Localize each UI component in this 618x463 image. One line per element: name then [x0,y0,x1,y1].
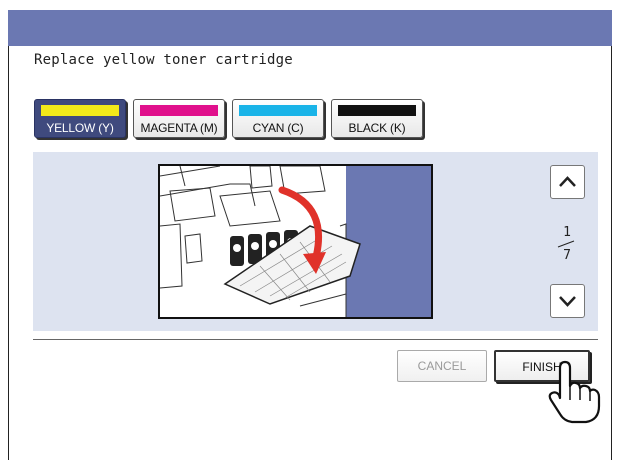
printer-front-cover-illustration [160,166,431,317]
magenta-swatch [140,105,218,116]
scroll-up-button[interactable] [550,165,585,199]
black-swatch [338,105,416,116]
chevron-down-icon [559,296,576,307]
cyan-toner-button[interactable]: CYAN (C) [232,99,324,138]
chevron-up-icon [559,176,576,187]
cyan-swatch [239,105,317,116]
magenta-toner-button[interactable]: MAGENTA (M) [133,99,225,138]
header-bar [8,10,612,46]
cancel-button[interactable]: CANCEL [397,350,487,382]
toner-replacement-illustration [158,164,433,319]
page-total: 7 [563,248,571,263]
page-current: 1 [563,225,571,240]
yellow-toner-button[interactable]: YELLOW (Y) [34,99,126,138]
divider [33,339,598,340]
scroll-down-button[interactable] [550,284,585,318]
page-divider-slash [557,240,575,248]
hand-pointer-icon [548,360,601,424]
black-toner-label: BLACK (K) [348,121,406,135]
yellow-toner-label: YELLOW (Y) [46,121,114,135]
page-title: Replace yellow toner cartridge [34,52,293,68]
cyan-toner-label: CYAN (C) [252,121,304,135]
black-toner-button[interactable]: BLACK (K) [331,99,423,138]
magenta-toner-label: MAGENTA (M) [140,121,218,135]
yellow-swatch [41,105,119,116]
